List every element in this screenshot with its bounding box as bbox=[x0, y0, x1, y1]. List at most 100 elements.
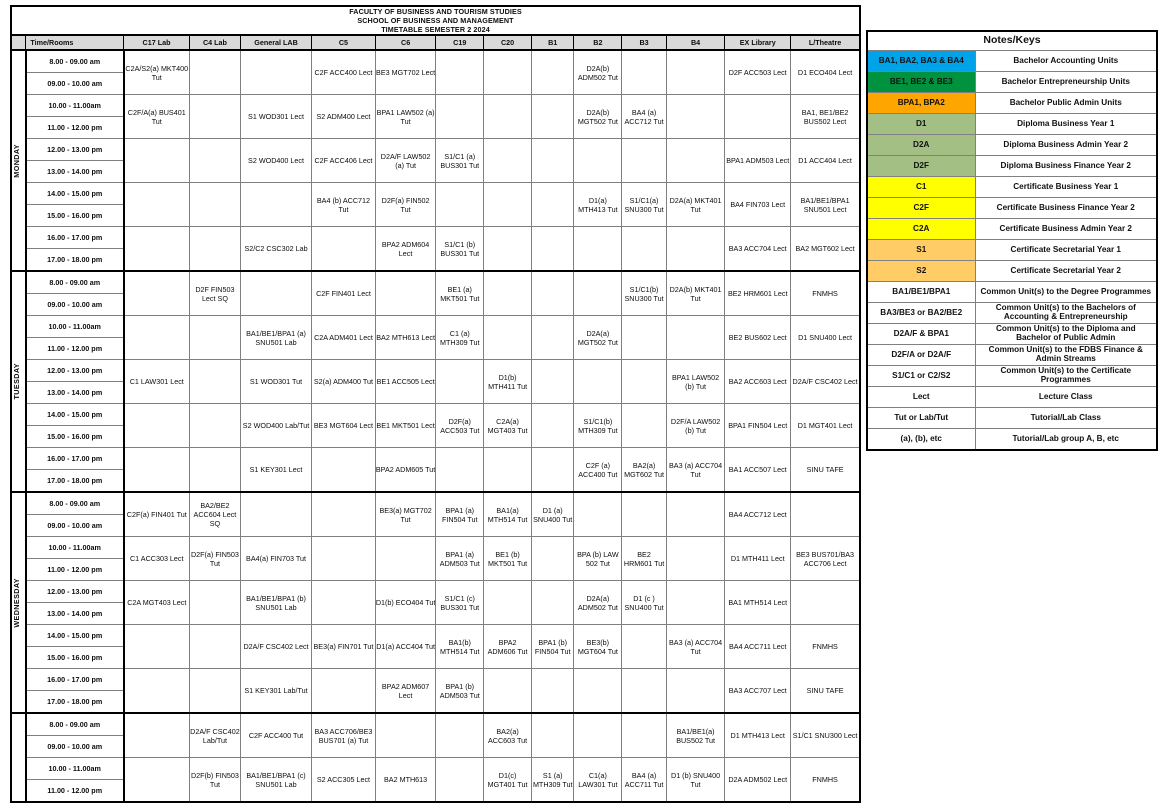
class-cell[interactable]: D2F ACC503 Lect bbox=[724, 49, 792, 95]
class-cell[interactable]: C2F FIN401 Lect bbox=[311, 270, 376, 316]
class-cell[interactable]: D1(a) MTH413 Tut bbox=[573, 182, 623, 227]
class-cell[interactable]: BE1 MKT501 Lect bbox=[374, 403, 437, 448]
class-cell[interactable]: BA4 (b) ACC712 Tut bbox=[311, 182, 376, 227]
class-cell[interactable]: D2F/A LAW502 (b) Tut bbox=[665, 403, 726, 448]
class-cell[interactable]: S2/C2 CSC302 Lab bbox=[239, 226, 313, 272]
class-cell[interactable]: BPA1 FIN504 Lect bbox=[724, 403, 792, 448]
class-cell[interactable]: BPA2 ADM606 Tut bbox=[483, 624, 532, 669]
class-cell[interactable]: BPA1 ADM503 Lect bbox=[724, 138, 792, 183]
class-cell[interactable]: BE3 MGT604 Lect bbox=[311, 403, 376, 448]
class-cell[interactable]: D1 MGT401 Lect bbox=[790, 403, 861, 448]
class-cell[interactable]: S1/C1 SNU300 Lect bbox=[790, 712, 861, 758]
class-cell[interactable]: C2F (a) ACC400 Tut bbox=[573, 447, 623, 493]
class-cell[interactable]: D1(b) ECO404 Tut bbox=[374, 580, 437, 625]
class-cell[interactable]: D2A(a) MKT401 Tut bbox=[665, 182, 726, 227]
class-cell[interactable]: BE1 ACC505 Lect bbox=[374, 359, 437, 404]
class-cell[interactable]: D2F(a) FIN503 Tut bbox=[188, 536, 241, 581]
class-cell[interactable]: S1 WOD301 Lect bbox=[239, 94, 313, 139]
class-cell[interactable]: S1/C1 (c) BUS301 Tut bbox=[435, 580, 485, 625]
class-cell[interactable]: BPA2 ADM607 Lect bbox=[374, 668, 437, 714]
class-cell[interactable]: S2 ADM400 Lect bbox=[311, 94, 376, 139]
class-cell[interactable]: BA1, BE1/BE2 BUS502 Lect bbox=[790, 94, 861, 139]
class-cell[interactable]: D1 MTH413 Lect bbox=[724, 712, 792, 758]
class-cell[interactable]: D2F(a) FIN502 Tut bbox=[374, 182, 437, 227]
class-cell[interactable]: BE1 (b) MKT501 Tut bbox=[483, 536, 532, 581]
class-cell[interactable]: C2F ACC400 Tut bbox=[239, 712, 313, 758]
class-cell[interactable]: BE3(b) MGT604 Tut bbox=[573, 624, 623, 669]
class-cell[interactable]: BPA2 ADM605 Tut bbox=[374, 447, 437, 493]
class-cell[interactable]: BPA2 ADM604 Lect bbox=[374, 226, 437, 272]
class-cell[interactable]: BA2 ACC603 Lect bbox=[724, 359, 792, 404]
class-cell[interactable]: BA3 (a) ACC704 Tut bbox=[665, 624, 726, 669]
class-cell[interactable]: D1 MTH411 Lect bbox=[724, 536, 792, 581]
class-cell[interactable]: S1/C1(b) MTH309 Tut bbox=[573, 403, 623, 448]
class-cell[interactable]: BA1(b) MTH514 Tut bbox=[435, 624, 485, 669]
class-cell[interactable]: S2 WOD400 Lect bbox=[239, 138, 313, 183]
class-cell[interactable]: D1(a) ACC404 Tut bbox=[374, 624, 437, 669]
class-cell[interactable]: D2A(a) ADM502 Tut bbox=[573, 580, 623, 625]
class-cell[interactable]: S1/C1(a) SNU300 Tut bbox=[621, 182, 667, 227]
class-cell[interactable]: BPA1 (b) ADM503 Tut bbox=[435, 668, 485, 714]
class-cell[interactable]: BE2 BUS602 Lect bbox=[724, 315, 792, 360]
class-cell[interactable]: BE3(a) MGT702 Tut bbox=[374, 491, 437, 537]
class-cell[interactable]: D2F FIN503 Lect SQ bbox=[188, 270, 241, 316]
class-cell[interactable]: BA4 ACC711 Lect bbox=[724, 624, 792, 669]
class-cell[interactable]: SINU TAFE bbox=[790, 447, 861, 493]
class-cell[interactable]: BA4 (a) ACC712 Tut bbox=[621, 94, 667, 139]
class-cell[interactable]: C2F/A(a) BUS401 Tut bbox=[123, 94, 190, 139]
class-cell[interactable]: D2A/F CSC402 Lab/Tut bbox=[188, 712, 241, 758]
class-cell[interactable]: BPA1 LAW502 (b) Tut bbox=[665, 359, 726, 404]
class-cell[interactable]: BE1 (a) MKT501 Tut bbox=[435, 270, 485, 316]
class-cell[interactable]: C2A(a) MGT403 Tut bbox=[483, 403, 532, 448]
class-cell[interactable]: D2A(b) ADM502 Tut bbox=[573, 49, 623, 95]
class-cell[interactable]: SINU TAFE bbox=[790, 668, 861, 714]
class-cell[interactable]: BPA1 (a) ADM503 Tut bbox=[435, 536, 485, 581]
class-cell[interactable]: D2A(b) MKT401 Tut bbox=[665, 270, 726, 316]
class-cell[interactable]: BA4(a) FIN703 Tut bbox=[239, 536, 313, 581]
class-cell[interactable]: BE3 BUS701/BA3 ACC706 Lect bbox=[790, 536, 861, 581]
class-cell[interactable]: D1 ECO404 Lect bbox=[790, 49, 861, 95]
class-cell[interactable]: C2A/S2(a) MKT400 Tut bbox=[123, 49, 190, 95]
class-cell[interactable]: BA4 ACC712 Lect bbox=[724, 491, 792, 537]
class-cell[interactable]: BPA1 LAW502 (a) Tut bbox=[374, 94, 437, 139]
class-cell[interactable]: C1 (a) MTH309 Tut bbox=[435, 315, 485, 360]
class-cell[interactable]: BA2 MGT602 Lect bbox=[790, 226, 861, 272]
class-cell[interactable]: BE3 MGT702 Lect bbox=[374, 49, 437, 95]
class-cell[interactable]: BPA1 (b) FIN504 Tut bbox=[530, 624, 575, 669]
class-cell[interactable]: BE2 HRM601 Lect bbox=[724, 270, 792, 316]
class-cell[interactable]: BA2(a) MGT602 Tut bbox=[621, 447, 667, 493]
class-cell[interactable]: C1 LAW301 Lect bbox=[123, 359, 190, 404]
class-cell[interactable]: D2A/F CSC402 Lect bbox=[239, 624, 313, 669]
class-cell[interactable]: BA1/BE1/BPA1 (b) SNU501 Lab bbox=[239, 580, 313, 625]
class-cell[interactable]: BA1/BE1/BPA1 SNU501 Lect bbox=[790, 182, 861, 227]
class-cell[interactable]: BA2 MTH613 Lect bbox=[374, 315, 437, 360]
class-cell[interactable]: S1/C1(b) SNU300 Tut bbox=[621, 270, 667, 316]
class-cell[interactable]: BPA (b) LAW 502 Tut bbox=[573, 536, 623, 581]
class-cell[interactable]: D2A(b) MGT502 Tut bbox=[573, 94, 623, 139]
class-cell[interactable]: BA2(a) ACC603 Tut bbox=[483, 712, 532, 758]
class-cell[interactable]: BPA1 (a) FIN504 Tut bbox=[435, 491, 485, 537]
class-cell[interactable]: BA1(a) MTH514 Tut bbox=[483, 491, 532, 537]
class-cell[interactable]: BA1 MTH514 Lect bbox=[724, 580, 792, 625]
class-cell[interactable]: D1(b) MTH411 Tut bbox=[483, 359, 532, 404]
class-cell[interactable]: BA3 (a) ACC704 Tut bbox=[665, 447, 726, 493]
class-cell[interactable]: BE3(a) FIN701 Tut bbox=[311, 624, 376, 669]
class-cell[interactable]: S1/C1 (b) BUS301 Tut bbox=[435, 226, 485, 272]
class-cell[interactable]: C2A MGT403 Lect bbox=[123, 580, 190, 625]
class-cell[interactable]: C2A ADM401 Lect bbox=[311, 315, 376, 360]
class-cell[interactable]: S1/C1 (a) BUS301 Tut bbox=[435, 138, 485, 183]
class-cell[interactable]: C2F ACC406 Lect bbox=[311, 138, 376, 183]
class-cell[interactable]: D1 (a) SNU400 Tut bbox=[530, 491, 575, 537]
class-cell[interactable]: D2F(a) ACC503 Tut bbox=[435, 403, 485, 448]
class-cell[interactable]: BA2/BE2 ACC604 Lect SQ bbox=[188, 491, 241, 537]
class-cell[interactable]: FNMHS bbox=[790, 270, 861, 316]
class-cell[interactable]: C2F(a) FIN401 Tut bbox=[123, 491, 190, 537]
class-cell[interactable]: C2F ACC400 Lect bbox=[311, 49, 376, 95]
class-cell[interactable]: C1 ACC303 Lect bbox=[123, 536, 190, 581]
class-cell[interactable]: S2 WOD400 Lab/Tut bbox=[239, 403, 313, 448]
class-cell[interactable]: BA1/BE1(a) BUS502 Tut bbox=[665, 712, 726, 758]
class-cell[interactable]: BA1/BE1/BPA1 (a) SNU501 Lab bbox=[239, 315, 313, 360]
class-cell[interactable]: D2A/F LAW502 (a) Tut bbox=[374, 138, 437, 183]
class-cell[interactable]: D1 SNU400 Lect bbox=[790, 315, 861, 360]
class-cell[interactable]: S2(a) ADM400 Tut bbox=[311, 359, 376, 404]
